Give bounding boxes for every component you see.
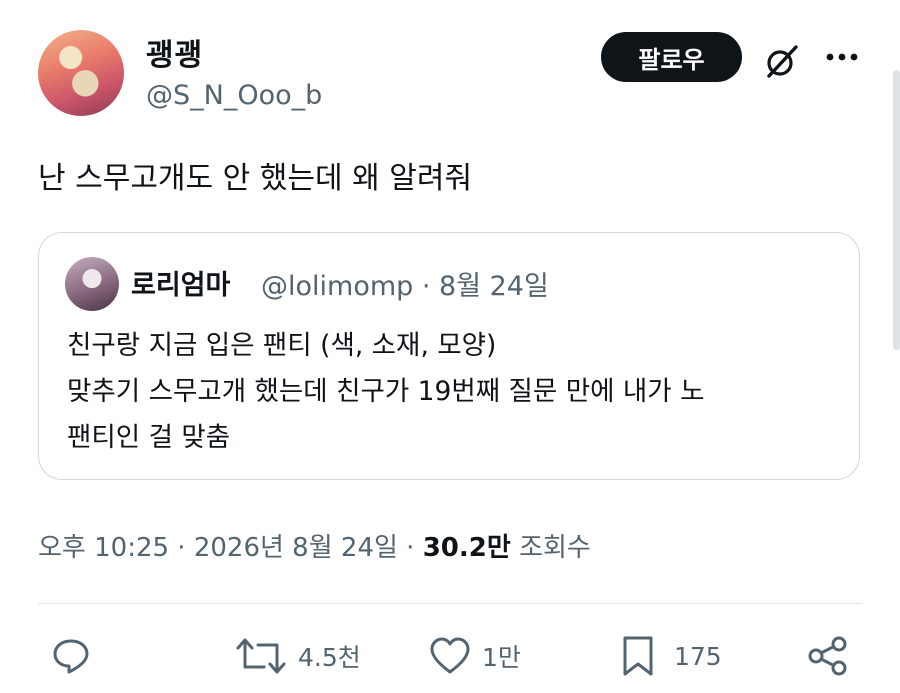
divider [38, 603, 862, 604]
share-icon [808, 636, 847, 676]
bookmark-button[interactable]: 175 [620, 630, 722, 682]
author-handle[interactable]: @S_N_Ooo_b [146, 80, 322, 111]
quote-meta: @lolimomp · 8월 24일 [261, 271, 549, 302]
avatar[interactable] [38, 30, 124, 116]
quote-display-name[interactable]: 로리엄마 [131, 263, 230, 302]
views-count: 30.2만 [422, 533, 511, 563]
action-bar: 4.5천 1만 175 [38, 630, 862, 682]
reply-button[interactable] [50, 630, 92, 682]
author-display-name[interactable]: 괭괭 [146, 30, 203, 74]
retweet-icon [236, 638, 286, 674]
quote-avatar[interactable] [65, 257, 119, 311]
quote-line: 친구랑 지금 입은 팬티 (색, 소재, 모양) [67, 330, 497, 361]
follow-button[interactable]: 팔로우 [601, 32, 742, 82]
reply-bubble-icon [53, 639, 89, 674]
grok-icon[interactable] [763, 42, 801, 80]
quote-line: 팬티인 걸 맞춤 [67, 422, 231, 453]
retweet-button[interactable]: 4.5천 [234, 630, 361, 682]
retweet-count: 4.5천 [298, 643, 361, 672]
like-count: 1만 [482, 643, 521, 672]
quote-line: 맞추기 스무고개 했는데 친구가 19번째 질문 만에 내가 노 [67, 376, 705, 407]
share-button[interactable] [806, 630, 850, 682]
tweet-header: 괭괭 @S_N_Ooo_b 팔로우 [38, 26, 862, 122]
heart-icon [430, 637, 470, 674]
bookmark-count: 175 [674, 641, 722, 671]
more-dots-icon[interactable] [822, 42, 862, 72]
scrollbar[interactable] [893, 70, 900, 350]
quoted-tweet[interactable]: 로리엄마 @lolimomp · 8월 24일 친구랑 지금 입은 팬티 (색,… [38, 232, 860, 480]
timestamp-text[interactable]: 오후 10:25 · 2026년 8월 24일 · [38, 533, 423, 563]
tweet-timestamp: 오후 10:25 · 2026년 8월 24일 · 30.2만 조회수 [38, 527, 591, 564]
like-button[interactable]: 1만 [428, 630, 521, 682]
bookmark-icon [623, 636, 653, 676]
tweet-text: 난 스무고개도 안 했는데 왜 알려줘 [38, 161, 473, 196]
views-label: 조회수 [519, 533, 591, 563]
quote-text: 친구랑 지금 입은 팬티 (색, 소재, 모양) 맞추기 스무고개 했는데 친구… [67, 323, 847, 461]
